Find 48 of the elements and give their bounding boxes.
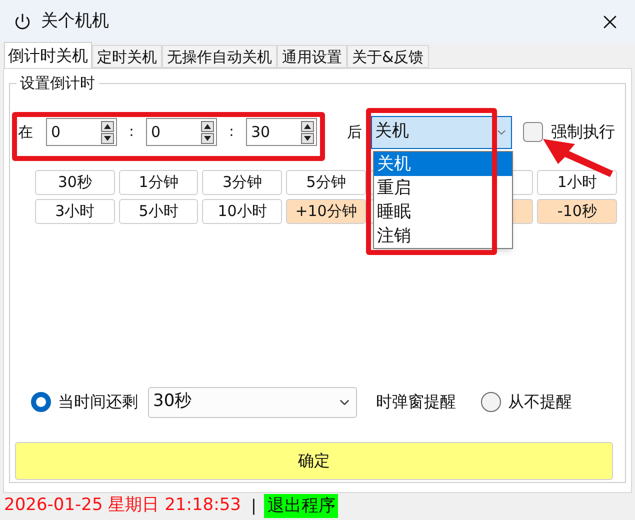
- preset-button[interactable]: +10分钟: [286, 199, 366, 224]
- radio-button[interactable]: [481, 392, 501, 412]
- preset-button[interactable]: -10秒: [537, 199, 618, 224]
- radio-button[interactable]: [31, 392, 51, 412]
- preset-button[interactable]: 1分钟: [118, 170, 198, 195]
- group-title: 设置倒计时: [16, 73, 99, 93]
- separator-text: |: [250, 495, 256, 517]
- radio-label: 当时间还剩: [58, 391, 138, 413]
- preset-button[interactable]: 30秒: [35, 170, 115, 195]
- tab[interactable]: 无操作自动关机: [162, 45, 277, 68]
- number-spinbox[interactable]: 0: [46, 118, 117, 146]
- power-icon: [14, 13, 31, 30]
- prefix-label: 在: [18, 122, 34, 143]
- preset-button[interactable]: 3小时: [35, 199, 115, 224]
- action-select[interactable]: 关机: [371, 116, 512, 148]
- dropdown-option[interactable]: 重启: [374, 176, 512, 200]
- confirm-button[interactable]: 确定: [15, 442, 613, 480]
- window-title: 关个机机: [41, 10, 109, 33]
- colon-separator: :: [128, 122, 135, 142]
- reminder-label: 时弹窗提醒: [376, 391, 456, 413]
- number-spinbox[interactable]: 0: [146, 118, 217, 146]
- up-arrow-icon[interactable]: [201, 120, 214, 132]
- tab[interactable]: 定时关机: [92, 45, 162, 68]
- dropdown-option[interactable]: 睡眠: [374, 200, 512, 224]
- dropdown-option[interactable]: 关机: [374, 152, 512, 176]
- up-arrow-icon[interactable]: [101, 120, 114, 132]
- down-arrow-icon[interactable]: [201, 132, 214, 144]
- force-checkbox[interactable]: [523, 122, 543, 142]
- up-arrow-icon[interactable]: [301, 120, 314, 132]
- tab[interactable]: 关于&反馈: [347, 45, 429, 68]
- down-arrow-icon[interactable]: [101, 132, 114, 144]
- preset-button[interactable]: 3分钟: [202, 170, 282, 195]
- dropdown-option[interactable]: 注销: [374, 224, 512, 248]
- checkbox-label: 强制执行: [551, 121, 615, 143]
- colon-separator: :: [228, 122, 235, 142]
- preset-button[interactable]: 10小时: [202, 199, 282, 224]
- number-spinbox[interactable]: 30: [246, 118, 317, 146]
- suffix-label: 后: [347, 122, 363, 143]
- radio-label: 从不提醒: [508, 391, 572, 413]
- threshold-select[interactable]: 30秒: [148, 386, 357, 418]
- preset-button[interactable]: 1小时: [537, 170, 618, 195]
- tab[interactable]: 通用设置: [277, 45, 347, 68]
- preset-button[interactable]: 5小时: [118, 199, 198, 224]
- datetime-text: 2026-01-25 星期日 21:18:53: [4, 494, 241, 518]
- exit-button[interactable]: 退出程序: [264, 494, 338, 518]
- preset-button[interactable]: 5分钟: [286, 170, 366, 195]
- tab[interactable]: 倒计时关机: [4, 42, 92, 68]
- down-arrow-icon[interactable]: [301, 132, 314, 144]
